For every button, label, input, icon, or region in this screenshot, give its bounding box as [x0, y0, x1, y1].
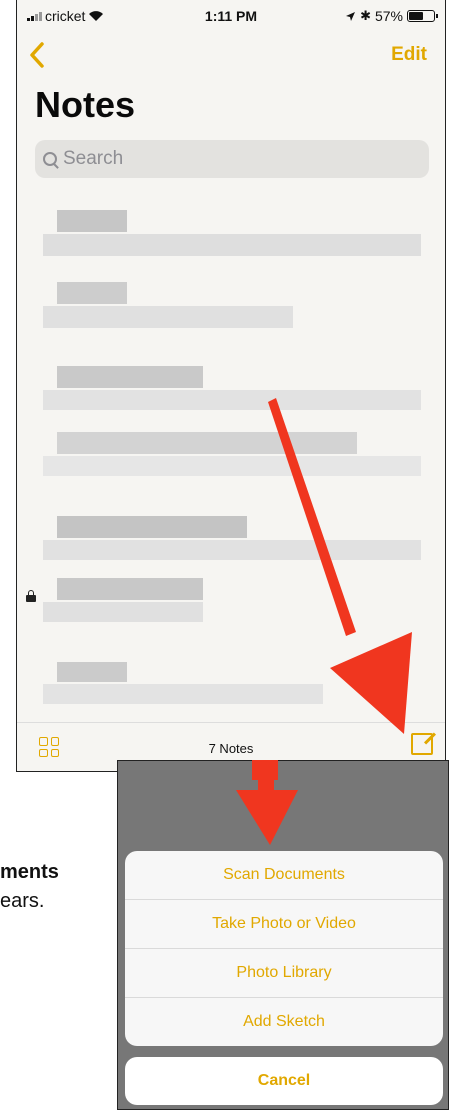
add-sketch-option[interactable]: Add Sketch — [125, 998, 443, 1046]
cancel-button[interactable]: Cancel — [125, 1057, 443, 1105]
scan-documents-option[interactable]: Scan Documents — [125, 851, 443, 900]
compose-icon[interactable] — [411, 733, 433, 755]
photo-library-option[interactable]: Photo Library — [125, 949, 443, 998]
instruction-text-bold: ments — [0, 861, 59, 883]
search-input[interactable]: Search — [35, 140, 429, 178]
notes-screen: cricket 1:11 PM ✱ 57% Edit Notes Search — [16, 0, 446, 772]
bluetooth-icon: ✱ — [360, 8, 371, 23]
list-item[interactable] — [43, 578, 421, 648]
list-item[interactable] — [43, 210, 421, 280]
battery-percent: 57% — [374, 8, 403, 24]
list-item[interactable] — [43, 432, 421, 502]
instruction-text: ears. — [0, 890, 45, 912]
page-title: Notes — [35, 84, 136, 125]
battery-icon — [407, 10, 438, 22]
take-photo-option[interactable]: Take Photo or Video — [125, 900, 443, 949]
list-item[interactable] — [43, 282, 421, 352]
status-bar: cricket 1:11 PM ✱ 57% — [17, 0, 445, 34]
location-icon — [346, 11, 356, 21]
edit-button[interactable]: Edit — [391, 44, 427, 66]
action-sheet: Scan Documents Take Photo or Video Photo… — [125, 851, 443, 1046]
notes-count: 7 Notes — [208, 741, 254, 756]
notes-list — [17, 200, 445, 720]
action-sheet-screen: Scan Documents Take Photo or Video Photo… — [117, 760, 449, 1110]
list-item[interactable] — [43, 516, 421, 586]
search-icon — [43, 152, 57, 166]
navigation-bar: Edit — [17, 38, 445, 74]
back-chevron-icon[interactable] — [29, 42, 45, 68]
search-placeholder: Search — [63, 148, 124, 169]
lock-icon — [26, 590, 36, 602]
list-item[interactable] — [43, 366, 421, 436]
